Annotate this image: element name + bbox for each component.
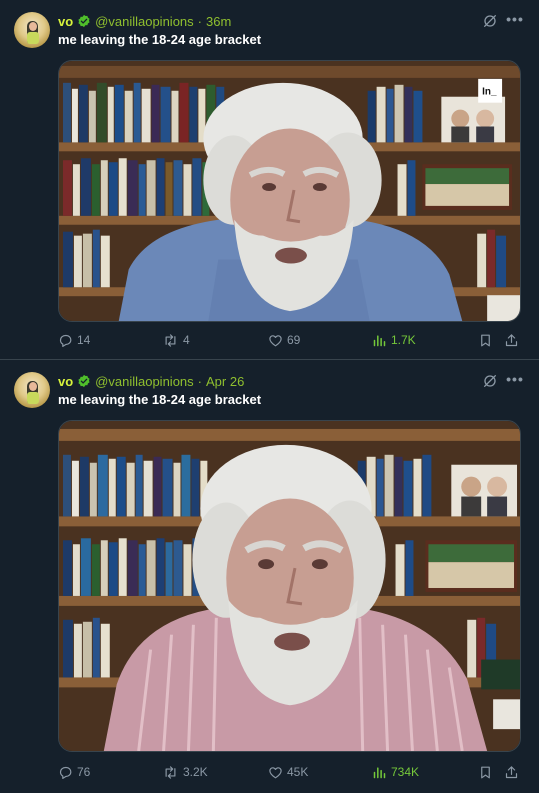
reply-count: 76 — [77, 765, 91, 779]
share-icon — [505, 333, 518, 346]
tweet-header: vo @vanillaopinions · 36m — [58, 12, 231, 30]
author-name[interactable]: vo — [58, 374, 73, 389]
like-button[interactable]: 45K — [268, 762, 308, 782]
avatar[interactable] — [14, 12, 50, 48]
separator-dot: · — [197, 13, 202, 29]
like-button[interactable]: 69 — [268, 330, 300, 350]
verified-badge-icon — [77, 374, 91, 388]
views-count: 1.7K — [391, 333, 416, 347]
like-icon — [269, 334, 282, 346]
share-button[interactable] — [504, 330, 523, 350]
reply-icon — [59, 766, 72, 779]
like-count: 69 — [287, 333, 301, 347]
repost-button[interactable]: 3.2K — [162, 762, 208, 782]
timestamp[interactable]: 36m — [206, 14, 231, 29]
like-icon — [269, 766, 282, 778]
repost-icon — [165, 765, 176, 779]
grok-icon[interactable] — [481, 12, 499, 30]
views-icon — [373, 766, 386, 778]
views-button[interactable]: 1.7K — [372, 330, 416, 350]
action-bar: 14 4 69 1.7K — [58, 330, 524, 350]
bookmark-icon — [481, 766, 490, 778]
video-frame-image — [59, 421, 520, 751]
action-bar: 76 3.2K 45K 734K — [58, 762, 524, 782]
tweet[interactable]: vo @vanillaopinions · Apr 26 ••• me leav… — [0, 360, 539, 793]
more-icon[interactable]: ••• — [505, 11, 525, 31]
share-button[interactable] — [504, 762, 523, 782]
author-name[interactable]: vo — [58, 14, 73, 29]
verified-badge-icon — [77, 14, 91, 28]
grok-icon[interactable] — [481, 372, 499, 390]
like-count: 45K — [287, 765, 309, 779]
video-frame-image: In_ — [59, 61, 520, 321]
more-icon[interactable]: ••• — [505, 371, 525, 391]
media-overlay-logo: In_ — [482, 87, 497, 98]
views-button[interactable]: 734K — [372, 762, 419, 782]
repost-button[interactable]: 4 — [162, 330, 190, 350]
reply-icon — [59, 334, 72, 347]
author-handle[interactable]: @vanillaopinions — [95, 14, 193, 29]
repost-icon — [165, 333, 176, 347]
tweet-text: me leaving the 18-24 age bracket — [58, 32, 262, 47]
repost-count: 4 — [183, 333, 190, 347]
views-count: 734K — [391, 765, 420, 779]
bookmark-button[interactable] — [478, 330, 497, 350]
tweet-text: me leaving the 18-24 age bracket — [58, 392, 262, 407]
bookmark-icon — [481, 334, 490, 346]
reply-button[interactable]: 14 — [58, 330, 90, 350]
separator-dot: · — [197, 373, 202, 389]
reply-button[interactable]: 76 — [58, 762, 90, 782]
reply-count: 14 — [77, 333, 91, 347]
tweet[interactable]: vo @vanillaopinions · 36m ••• me leaving… — [0, 0, 539, 360]
tweet-video[interactable] — [58, 420, 521, 752]
share-icon — [505, 765, 518, 778]
avatar[interactable] — [14, 372, 50, 408]
views-icon — [373, 334, 386, 346]
timestamp[interactable]: Apr 26 — [206, 374, 244, 389]
bookmark-button[interactable] — [478, 762, 497, 782]
author-handle[interactable]: @vanillaopinions — [95, 374, 193, 389]
repost-count: 3.2K — [183, 765, 208, 779]
tweet-header: vo @vanillaopinions · Apr 26 — [58, 372, 244, 390]
tweet-video[interactable]: In_ — [58, 60, 521, 322]
